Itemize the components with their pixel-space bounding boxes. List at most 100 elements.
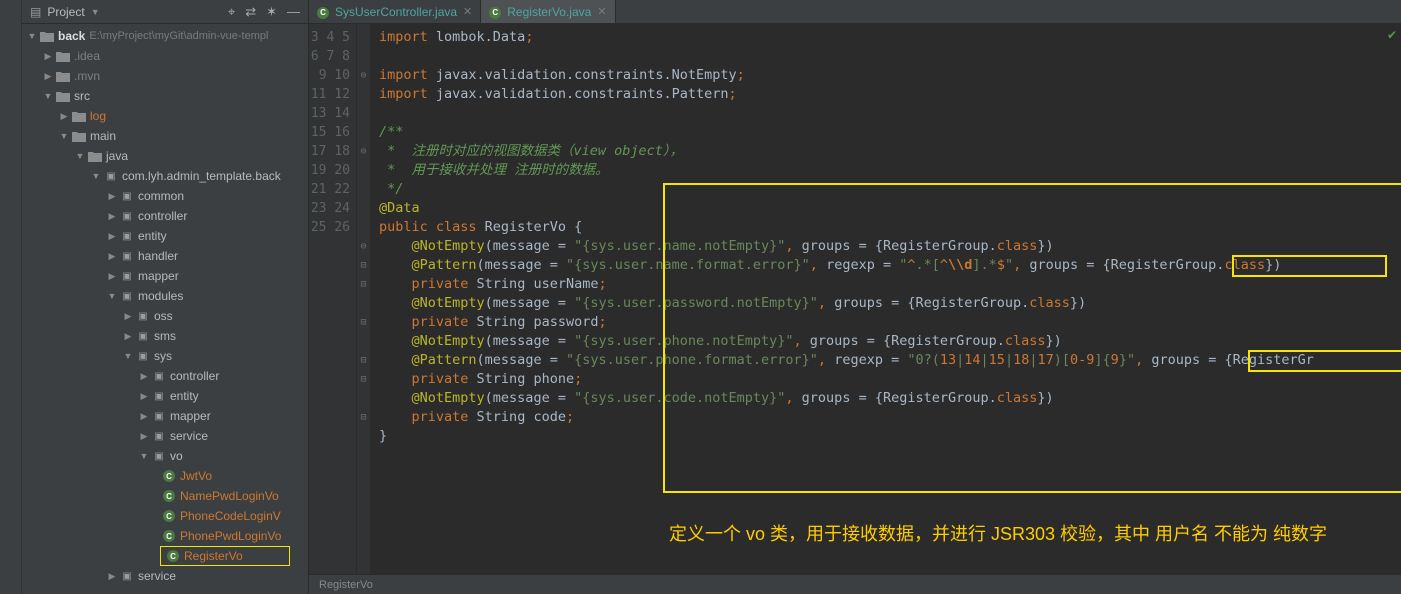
tree-root[interactable]: ▼ back E:\myProject\myGit\admin-vue-temp… bbox=[22, 26, 308, 46]
tree-label: log bbox=[90, 109, 106, 123]
chevron-right-icon[interactable]: ▶ bbox=[42, 51, 54, 62]
chevron-down-icon[interactable]: ▼ bbox=[42, 91, 54, 101]
tree-item[interactable]: CPhoneCodeLoginV bbox=[22, 506, 308, 526]
package-icon: ▣ bbox=[152, 389, 166, 403]
tree-item[interactable]: ▼▣vo bbox=[22, 446, 308, 466]
locate-icon[interactable]: ⌖ bbox=[228, 4, 235, 20]
tree-item[interactable]: ▼▣ sys bbox=[22, 346, 308, 366]
tree-item[interactable]: ▼main bbox=[22, 126, 308, 146]
project-name: back bbox=[58, 29, 85, 43]
tab-label: SysUserController.java bbox=[335, 5, 457, 19]
project-tool-window: ▤ Project ▼ ⌖ ⇄ ✶ — ▼ back E:\myProject\… bbox=[22, 0, 309, 594]
inspection-ok-icon[interactable]: ✔ bbox=[1387, 28, 1397, 42]
chevron-down-icon[interactable]: ▼ bbox=[122, 351, 134, 361]
chevron-down-icon[interactable]: ▼ bbox=[74, 151, 86, 161]
tree-item[interactable]: ▶ log bbox=[22, 106, 308, 126]
tree-item[interactable]: ▼▣com.lyh.admin_template.back bbox=[22, 166, 308, 186]
class-icon: C bbox=[489, 4, 501, 19]
tree-label: entity bbox=[138, 229, 167, 243]
left-vertical-toolbar bbox=[0, 0, 22, 594]
tree-item[interactable]: CNamePwdLoginVo bbox=[22, 486, 308, 506]
chevron-right-icon[interactable]: ▶ bbox=[122, 331, 134, 342]
tree-item[interactable]: ▶▣entity bbox=[22, 386, 308, 406]
chevron-down-icon[interactable]: ▼ bbox=[91, 7, 100, 17]
tree-item[interactable]: ▶▣mapper bbox=[22, 406, 308, 426]
class-icon: C bbox=[162, 529, 176, 543]
tree-item[interactable]: ▶▣service bbox=[22, 426, 308, 446]
chevron-down-icon[interactable]: ▼ bbox=[58, 131, 70, 141]
tree-label: src bbox=[74, 89, 90, 103]
breadcrumb[interactable]: RegisterVo bbox=[319, 579, 373, 591]
chevron-right-icon[interactable]: ▶ bbox=[138, 391, 150, 402]
chevron-down-icon[interactable]: ▼ bbox=[138, 451, 150, 461]
chevron-down-icon[interactable]: ▼ bbox=[26, 31, 38, 41]
chevron-right-icon[interactable]: ▶ bbox=[138, 431, 150, 442]
project-title[interactable]: Project bbox=[47, 5, 84, 19]
chevron-right-icon[interactable]: ▶ bbox=[138, 411, 150, 422]
tree-item[interactable]: CJwtVo bbox=[22, 466, 308, 486]
close-icon[interactable]: ✕ bbox=[463, 5, 472, 18]
chevron-right-icon[interactable]: ▶ bbox=[106, 571, 118, 582]
package-icon: ▣ bbox=[120, 269, 134, 283]
package-icon: ▣ bbox=[136, 309, 150, 323]
package-icon: ▣ bbox=[136, 349, 150, 363]
editor[interactable]: 3 4 5 6 7 8 9 10 11 12 13 14 15 16 17 18… bbox=[309, 24, 1401, 574]
code-content[interactable]: import lombok.Data; import javax.validat… bbox=[371, 24, 1401, 574]
folder-icon bbox=[72, 129, 86, 143]
tree-item[interactable]: ▶▣controller bbox=[22, 206, 308, 226]
chevron-right-icon[interactable]: ▶ bbox=[106, 251, 118, 262]
chevron-right-icon[interactable]: ▶ bbox=[106, 231, 118, 242]
editor-tab[interactable]: C SysUserController.java ✕ bbox=[309, 0, 481, 23]
chevron-right-icon[interactable]: ▶ bbox=[42, 71, 54, 82]
chevron-right-icon[interactable]: ▶ bbox=[106, 271, 118, 282]
package-icon: ▣ bbox=[120, 569, 134, 583]
tree-item-selected[interactable]: CRegisterVo bbox=[160, 546, 290, 566]
tree-item[interactable]: ▼ src bbox=[22, 86, 308, 106]
tree-label: sys bbox=[154, 349, 172, 363]
chevron-down-icon[interactable]: ▼ bbox=[106, 291, 118, 301]
editor-tabs: C SysUserController.java ✕ C RegisterVo.… bbox=[309, 0, 1401, 24]
settings-icon[interactable]: ✶ bbox=[266, 4, 277, 20]
fold-gutter[interactable]: ⊖ ⊖ ⊖⊟⊟⊟⊟⊟⊟ bbox=[357, 24, 371, 574]
tree-item[interactable]: ▶▣service bbox=[22, 566, 308, 586]
tree-item[interactable]: ▶▣ handler bbox=[22, 246, 308, 266]
line-numbers: 3 4 5 6 7 8 9 10 11 12 13 14 15 16 17 18… bbox=[309, 24, 357, 574]
editor-area: C SysUserController.java ✕ C RegisterVo.… bbox=[309, 0, 1401, 594]
folder-icon bbox=[88, 149, 102, 163]
folder-icon bbox=[56, 89, 70, 103]
chevron-right-icon[interactable]: ▶ bbox=[122, 311, 134, 322]
chevron-right-icon[interactable]: ▶ bbox=[106, 211, 118, 222]
tree-item[interactable]: ▶.idea bbox=[22, 46, 308, 66]
tree-item[interactable]: ▶▣entity bbox=[22, 226, 308, 246]
tree-label: handler bbox=[138, 249, 178, 263]
tree-item[interactable]: ▼▣modules bbox=[22, 286, 308, 306]
tree-item[interactable]: ▶▣oss bbox=[22, 306, 308, 326]
chevron-right-icon[interactable]: ▶ bbox=[138, 371, 150, 382]
tree-label: JwtVo bbox=[180, 469, 212, 483]
annotation-text: 定义一个 vo 类，用于接收数据，并进行 JSR303 校验，其中 用户名 不能… bbox=[669, 520, 1327, 546]
tree-label: common bbox=[138, 189, 184, 203]
breadcrumb-bar: RegisterVo bbox=[309, 574, 1401, 594]
tree-item[interactable]: CPhonePwdLoginVo bbox=[22, 526, 308, 546]
tree-item[interactable]: ▼ java bbox=[22, 146, 308, 166]
folder-icon bbox=[40, 29, 54, 43]
tree-label: controller bbox=[138, 209, 187, 223]
tree-item[interactable]: ▶▣common bbox=[22, 186, 308, 206]
chevron-down-icon[interactable]: ▼ bbox=[90, 171, 102, 181]
package-icon: ▣ bbox=[136, 329, 150, 343]
editor-tab-active[interactable]: C RegisterVo.java ✕ bbox=[481, 0, 615, 23]
chevron-right-icon[interactable]: ▶ bbox=[106, 191, 118, 202]
tree-item[interactable]: ▶▣ sms bbox=[22, 326, 308, 346]
tree-label: sms bbox=[154, 329, 176, 343]
tree-item[interactable]: ▶.mvn bbox=[22, 66, 308, 86]
tree-label: java bbox=[106, 149, 128, 163]
tree-label: mapper bbox=[138, 269, 179, 283]
close-icon[interactable]: ✕ bbox=[597, 5, 606, 18]
chevron-right-icon[interactable]: ▶ bbox=[58, 111, 70, 122]
tree-item[interactable]: ▶▣ mapper bbox=[22, 266, 308, 286]
hide-icon[interactable]: — bbox=[287, 4, 300, 20]
package-icon: ▣ bbox=[120, 249, 134, 263]
project-tree[interactable]: ▼ back E:\myProject\myGit\admin-vue-temp… bbox=[22, 24, 308, 594]
tree-item[interactable]: ▶▣controller bbox=[22, 366, 308, 386]
expand-icon[interactable]: ⇄ bbox=[245, 4, 256, 20]
